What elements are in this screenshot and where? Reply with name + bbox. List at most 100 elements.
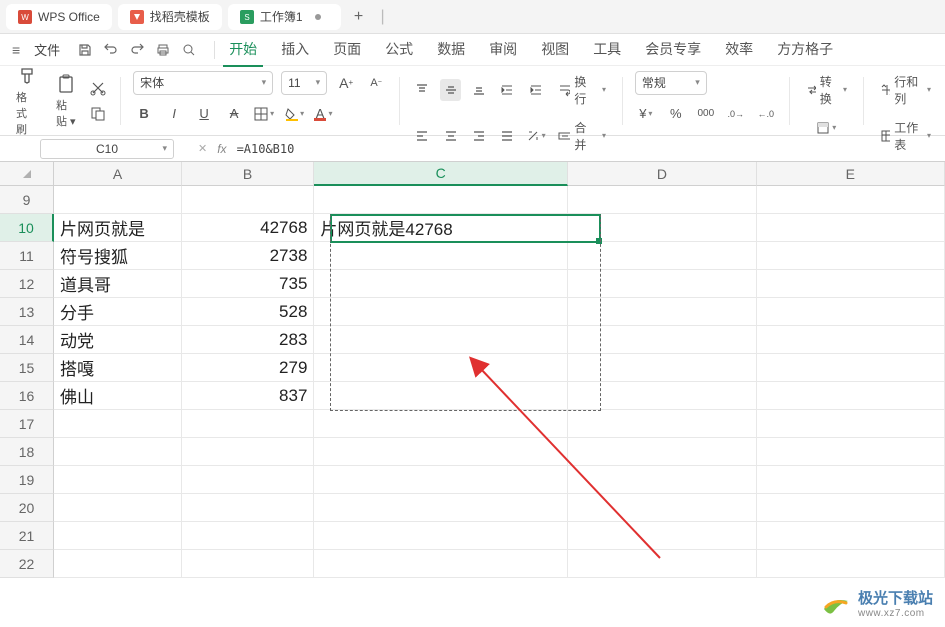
row-header[interactable]: 10 bbox=[0, 214, 54, 242]
wrap-text-button[interactable]: 换行 bbox=[554, 71, 610, 109]
alignment-group: 换行 合并 bbox=[412, 71, 610, 131]
redo-icon[interactable] bbox=[130, 42, 146, 58]
tab-insert[interactable]: 插入 bbox=[275, 33, 315, 67]
tab-data[interactable]: 数据 bbox=[431, 33, 471, 67]
undo-icon[interactable] bbox=[104, 42, 120, 58]
copy-icon[interactable] bbox=[88, 104, 108, 124]
new-tab-button[interactable]: + bbox=[347, 5, 371, 29]
bold-icon[interactable]: B bbox=[133, 103, 155, 125]
tab-formula[interactable]: 公式 bbox=[379, 33, 419, 67]
row-header[interactable]: 9 bbox=[0, 186, 54, 214]
cell-A16[interactable]: 佛山 bbox=[54, 382, 182, 410]
number-format-combo[interactable]: 常规▾ bbox=[635, 71, 707, 95]
spreadsheet-grid[interactable]: A B C D E 9 10 11 12 13 14 15 16 17 18 1… bbox=[0, 162, 945, 627]
paste-button[interactable]: 粘贴 ▾ bbox=[50, 71, 82, 131]
cancel-formula-icon[interactable]: ✕ bbox=[198, 142, 207, 155]
cell-B11[interactable]: 2738 bbox=[182, 242, 314, 270]
row-header[interactable]: 21 bbox=[0, 522, 54, 550]
row-header[interactable]: 11 bbox=[0, 242, 54, 270]
tab-view[interactable]: 视图 bbox=[535, 33, 575, 67]
row-header[interactable]: 17 bbox=[0, 410, 54, 438]
col-header-B[interactable]: B bbox=[182, 162, 314, 186]
file-menu[interactable]: 文件 bbox=[26, 40, 68, 59]
cell-B16[interactable]: 837 bbox=[182, 382, 314, 410]
increase-indent-icon[interactable] bbox=[525, 79, 545, 101]
cells-area[interactable]: 片网页就是 42768 片网页就是42768 符号搜狐2738 道具哥735 分… bbox=[54, 186, 945, 578]
align-top-icon[interactable] bbox=[412, 79, 432, 101]
col-header-E[interactable]: E bbox=[757, 162, 945, 186]
print-preview-icon[interactable] bbox=[182, 42, 198, 58]
tab-home[interactable]: 开始 bbox=[223, 33, 263, 67]
tab-label: 找稻壳模板 bbox=[150, 8, 210, 25]
decrease-decimal-icon[interactable]: ←.0 bbox=[755, 103, 777, 125]
cell-B10[interactable]: 42768 bbox=[182, 214, 314, 242]
italic-icon[interactable]: I bbox=[163, 103, 185, 125]
convert-button[interactable]: 转换 bbox=[802, 71, 851, 109]
app-tab-wps[interactable]: W WPS Office bbox=[6, 4, 112, 30]
cell-A13[interactable]: 分手 bbox=[54, 298, 182, 326]
font-group: 宋体▾ 11▾ A+ A− B I U A A bbox=[133, 71, 387, 131]
row-header[interactable]: 16 bbox=[0, 382, 54, 410]
font-color-icon[interactable]: A bbox=[313, 103, 335, 125]
cell-C10[interactable]: 片网页就是42768 bbox=[314, 214, 568, 242]
cell-B15[interactable]: 279 bbox=[182, 354, 314, 382]
row-header[interactable]: 22 bbox=[0, 550, 54, 578]
align-middle-icon[interactable] bbox=[440, 79, 460, 101]
hamburger-icon[interactable]: ≡ bbox=[8, 42, 24, 58]
cut-icon[interactable] bbox=[88, 78, 108, 98]
cell-A11[interactable]: 符号搜狐 bbox=[54, 242, 182, 270]
col-header-C[interactable]: C bbox=[314, 162, 568, 186]
tab-review[interactable]: 审阅 bbox=[483, 33, 523, 67]
row-header[interactable]: 14 bbox=[0, 326, 54, 354]
row-headers: 9 10 11 12 13 14 15 16 17 18 19 20 21 22 bbox=[0, 186, 54, 578]
cell-A14[interactable]: 动党 bbox=[54, 326, 182, 354]
row-header[interactable]: 15 bbox=[0, 354, 54, 382]
font-size-combo[interactable]: 11▾ bbox=[281, 71, 327, 95]
tab-page[interactable]: 页面 bbox=[327, 33, 367, 67]
cell-A10[interactable]: 片网页就是 bbox=[54, 214, 182, 242]
cell-A15[interactable]: 搭嘎 bbox=[54, 354, 182, 382]
align-bottom-icon[interactable] bbox=[469, 79, 489, 101]
row-header[interactable]: 20 bbox=[0, 494, 54, 522]
format-painter-button[interactable]: 格式刷 bbox=[10, 63, 44, 139]
increase-decimal-icon[interactable]: .0→ bbox=[725, 103, 747, 125]
font-name-combo[interactable]: 宋体▾ bbox=[133, 71, 273, 95]
menu-bar: ≡ 文件 开始 插入 页面 公式 数据 审阅 视图 工具 会员专享 效率 方方格… bbox=[0, 34, 945, 66]
app-tab-template[interactable]: 找稻壳模板 bbox=[118, 4, 222, 30]
currency-icon[interactable]: ¥ bbox=[635, 103, 657, 125]
cell-B12[interactable]: 735 bbox=[182, 270, 314, 298]
cell-style-icon[interactable] bbox=[815, 117, 837, 139]
increase-font-icon[interactable]: A+ bbox=[335, 72, 357, 94]
thousands-icon[interactable]: 000 bbox=[695, 103, 717, 125]
strikethrough-icon[interactable]: A bbox=[223, 103, 245, 125]
underline-icon[interactable]: U bbox=[193, 103, 215, 125]
fx-icon[interactable]: fx bbox=[217, 142, 226, 156]
tab-close-icon[interactable] bbox=[315, 14, 321, 20]
select-all-corner[interactable] bbox=[0, 162, 54, 186]
fill-color-icon[interactable] bbox=[283, 103, 305, 125]
col-header-D[interactable]: D bbox=[568, 162, 756, 186]
save-icon[interactable] bbox=[78, 42, 94, 58]
tab-efficiency[interactable]: 效率 bbox=[719, 33, 759, 67]
tab-plugin[interactable]: 方方格子 bbox=[771, 33, 839, 67]
formula-input[interactable]: =A10&B10 bbox=[237, 142, 295, 156]
app-tab-workbook[interactable]: S 工作簿1 bbox=[228, 4, 341, 30]
row-header[interactable]: 19 bbox=[0, 466, 54, 494]
decrease-indent-icon[interactable] bbox=[497, 79, 517, 101]
percent-icon[interactable]: % bbox=[665, 103, 687, 125]
cell-B13[interactable]: 528 bbox=[182, 298, 314, 326]
tab-tools[interactable]: 工具 bbox=[587, 33, 627, 67]
print-icon[interactable] bbox=[156, 42, 172, 58]
cell-B14[interactable]: 283 bbox=[182, 326, 314, 354]
border-icon[interactable] bbox=[253, 103, 275, 125]
svg-text:W: W bbox=[21, 13, 29, 22]
tab-vip[interactable]: 会员专享 bbox=[639, 33, 707, 67]
row-header[interactable]: 18 bbox=[0, 438, 54, 466]
col-header-A[interactable]: A bbox=[54, 162, 182, 186]
name-box[interactable]: C10▾ bbox=[40, 139, 174, 159]
row-header[interactable]: 13 bbox=[0, 298, 54, 326]
rows-cols-button[interactable]: 行和列 bbox=[876, 71, 935, 109]
row-header[interactable]: 12 bbox=[0, 270, 54, 298]
cell-A12[interactable]: 道具哥 bbox=[54, 270, 182, 298]
decrease-font-icon[interactable]: A− bbox=[365, 72, 387, 94]
